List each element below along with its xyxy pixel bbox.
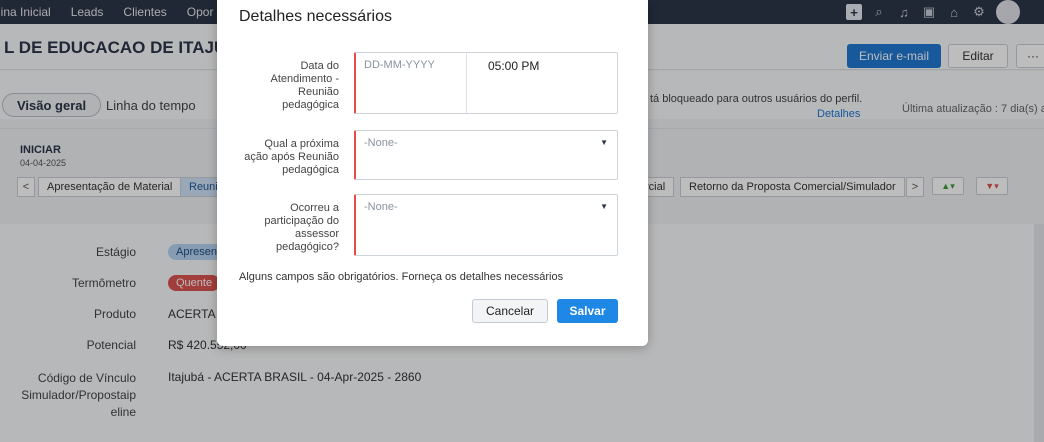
required-message: Alguns campos são obrigatórios. Forneça … bbox=[239, 271, 564, 283]
advisor-value: -None- bbox=[364, 201, 398, 213]
next-action-select[interactable]: -None- ▼ bbox=[354, 130, 618, 180]
chevron-down-icon: ▼ bbox=[600, 202, 608, 211]
date-field-label: Data do Atendimento - Reunião pedagógica bbox=[270, 60, 339, 111]
time-input[interactable]: 05:00 PM bbox=[488, 59, 539, 73]
advisor-select[interactable]: -None- ▼ bbox=[354, 194, 618, 256]
cancel-button[interactable]: Cancelar bbox=[472, 299, 548, 323]
date-input[interactable]: DD-MM-YYYY bbox=[364, 59, 435, 71]
next-action-value: -None- bbox=[364, 137, 398, 149]
modal-title: Detalhes necessários bbox=[239, 8, 392, 25]
field-divider bbox=[466, 53, 467, 113]
required-details-modal: Detalhes necessários Data do Atendimento… bbox=[217, 0, 648, 346]
advisor-label: Ocorreu a participação do assessor pedag… bbox=[264, 202, 339, 253]
next-action-label: Qual a próxima ação após Reunião pedagóg… bbox=[244, 138, 339, 176]
chevron-down-icon: ▼ bbox=[600, 138, 608, 147]
save-button[interactable]: Salvar bbox=[557, 299, 618, 323]
date-time-field: DD-MM-YYYY 05:00 PM bbox=[354, 52, 618, 114]
